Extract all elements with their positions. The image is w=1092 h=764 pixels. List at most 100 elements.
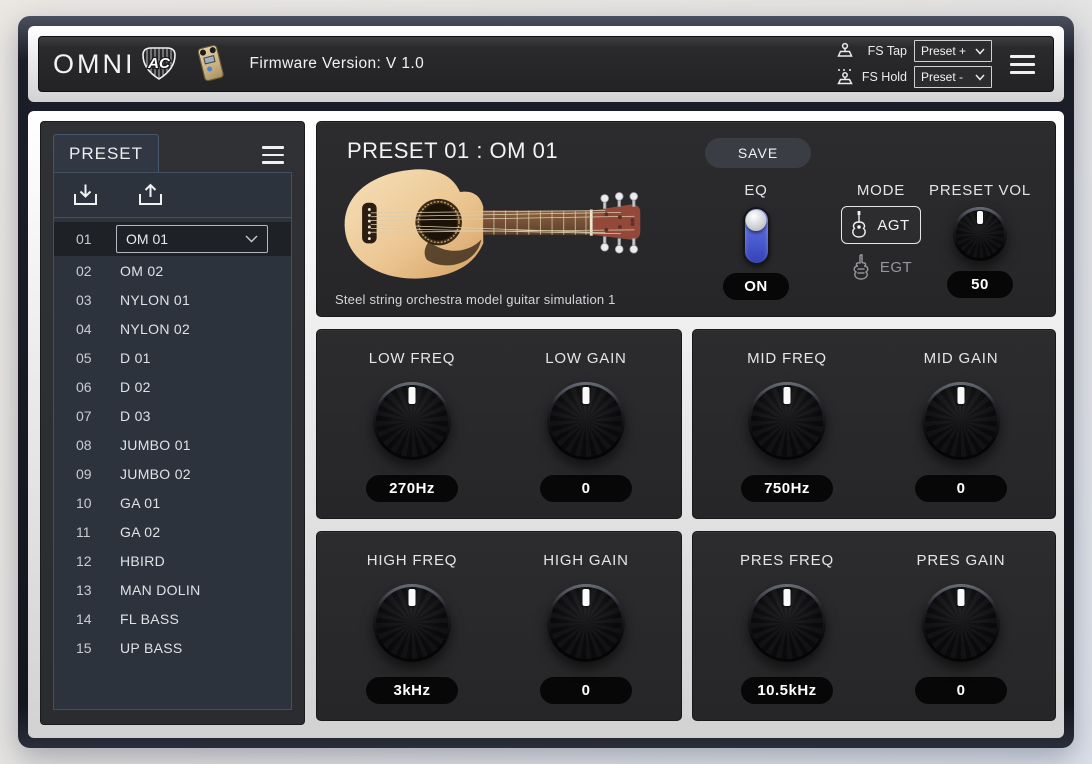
import-preset-button[interactable] [72, 183, 99, 208]
preset-name: D 01 [120, 350, 151, 366]
high-gain-knob[interactable] [547, 584, 625, 662]
acoustic-guitar-image [335, 162, 647, 288]
preset-row-02[interactable]: 02 OM 02 [54, 256, 291, 285]
chevron-down-icon [245, 235, 258, 243]
tab-preset[interactable]: PRESET [53, 134, 159, 172]
header-bar: OMNI AC [38, 36, 1054, 92]
preset-name: UP BASS [120, 640, 183, 656]
main-column: PRESET 01 : OM 01 SAVE [316, 121, 1056, 725]
mode-option-agt[interactable]: AGT [841, 206, 920, 244]
preset-name: JUMBO 02 [120, 466, 191, 482]
preset-name: D 03 [120, 408, 151, 424]
preset-row-14[interactable]: 14FL BASS [54, 604, 291, 633]
electric-guitar-icon [850, 253, 872, 281]
preset-vol-value: 50 [947, 271, 1013, 298]
preset-row-03[interactable]: 03 NYLON 01 [54, 285, 291, 314]
export-preset-button[interactable] [137, 183, 164, 208]
header-menu-button[interactable] [1006, 51, 1039, 78]
app-window: OMNI AC [18, 16, 1074, 748]
fs-hold-label: FS Hold [861, 70, 907, 84]
eq-label: EQ [744, 182, 767, 199]
mode-agt-label: AGT [877, 217, 909, 234]
pres-gain-value: 0 [915, 677, 1007, 704]
firmware-version-text: Firmware Version: V 1.0 [250, 55, 425, 73]
preset-detail-panel: PRESET 01 : OM 01 SAVE [316, 121, 1056, 317]
mid-freq-knob[interactable] [748, 382, 826, 460]
low-gain-value: 0 [540, 475, 632, 502]
fs-hold-select[interactable]: Preset - [914, 66, 992, 88]
preset-description: Steel string orchestra model guitar simu… [335, 292, 616, 307]
mid-gain-knob[interactable] [922, 382, 1000, 460]
eq-toggle-knob [746, 210, 767, 231]
preset-number: 09 [76, 466, 106, 482]
footswitch-hold-icon [836, 68, 854, 86]
save-button[interactable]: SAVE [705, 138, 811, 168]
preset-row-15[interactable]: 15 UP BASS [54, 633, 291, 662]
preset-name: JUMBO 01 [120, 437, 191, 453]
preset-row-09[interactable]: 09 JUMBO 02 [54, 459, 291, 488]
fs-hold-row: FS Hold Preset - [836, 66, 992, 88]
mode-egt-label: EGT [880, 259, 912, 276]
eq-toggle[interactable] [743, 207, 770, 265]
preset-row-07[interactable]: 07 D 03 [54, 401, 291, 430]
preset-number: 02 [76, 263, 106, 279]
preset-row-13[interactable]: 13 MAN DOLIN [54, 575, 291, 604]
pres-freq-label: PRES FREQ [740, 552, 834, 569]
chevron-down-icon [975, 74, 985, 81]
chevron-down-icon [975, 48, 985, 55]
mid-gain-value: 0 [915, 475, 1007, 502]
pres-freq-value: 10.5kHz [741, 677, 833, 704]
high-gain-label: HIGH GAIN [543, 552, 629, 569]
low-freq-knob[interactable] [373, 382, 451, 460]
pres-gain-knob[interactable] [922, 584, 1000, 662]
preset-number: 15 [76, 640, 106, 656]
preset-row-01[interactable]: 01OM 01 [54, 222, 291, 256]
high-freq-knob[interactable] [373, 584, 451, 662]
preset-number: 04 [76, 321, 106, 337]
preset-name-select[interactable]: OM 01 [116, 225, 268, 253]
guitar-pick-icon: AC [140, 46, 178, 82]
preset-number: 12 [76, 553, 106, 569]
preset-number: 06 [76, 379, 106, 395]
low-eq-panel: LOW FREQ 270Hz LOW GAIN 0 [316, 329, 682, 519]
fs-tap-row: FS Tap Preset + [836, 40, 992, 62]
preset-number: 03 [76, 292, 106, 308]
preset-row-11[interactable]: 11 GA 02 [54, 517, 291, 546]
page-title: PRESET 01 : OM 01 [347, 138, 558, 164]
low-gain-label: LOW GAIN [545, 350, 626, 367]
presence-eq-panel: PRES FREQ 10.5kHz PRES GAIN 0 [692, 531, 1056, 721]
omniac-logo: OMNI AC [53, 44, 228, 84]
preset-row-08[interactable]: 08 JUMBO 01 [54, 430, 291, 459]
preset-name: OM 02 [120, 263, 164, 279]
low-freq-label: LOW FREQ [369, 350, 455, 367]
preset-name: NYLON 01 [120, 292, 190, 308]
high-eq-panel: HIGH FREQ 3kHz HIGH GAIN 0 [316, 531, 682, 721]
fs-tap-label: FS Tap [861, 44, 907, 58]
logo-badge-text: AC [147, 55, 171, 72]
eq-state-badge: ON [723, 273, 789, 300]
preset-number: 05 [76, 350, 106, 366]
header-plate: OMNI AC [28, 26, 1064, 102]
mid-freq-value: 750Hz [741, 475, 833, 502]
preset-vol-knob[interactable] [953, 207, 1007, 261]
preset-name: MAN DOLIN [120, 582, 201, 598]
preset-number: 11 [76, 524, 106, 540]
preset-row-10[interactable]: 10GA 01 [54, 488, 291, 517]
low-gain-knob[interactable] [547, 382, 625, 460]
mode-option-egt[interactable]: EGT [840, 250, 922, 284]
preset-number: 08 [76, 437, 106, 453]
preset-name: GA 02 [120, 524, 160, 540]
preset-row-12[interactable]: 12HBIRD [54, 546, 291, 575]
fs-tap-select[interactable]: Preset + [914, 40, 992, 62]
preset-number: 13 [76, 582, 106, 598]
preset-name: GA 01 [120, 495, 160, 511]
preset-row-06[interactable]: 06 D 02 [54, 372, 291, 401]
preset-row-05[interactable]: 05 D 01 [54, 343, 291, 372]
preset-vol-label: PRESET VOL [929, 182, 1031, 199]
preset-name: D 02 [120, 379, 151, 395]
pres-freq-knob[interactable] [748, 584, 826, 662]
preset-menu-button[interactable] [258, 142, 288, 168]
main-plate: PRESET [28, 111, 1064, 738]
preset-row-04[interactable]: 04NYLON 02 [54, 314, 291, 343]
preset-number: 07 [76, 408, 106, 424]
